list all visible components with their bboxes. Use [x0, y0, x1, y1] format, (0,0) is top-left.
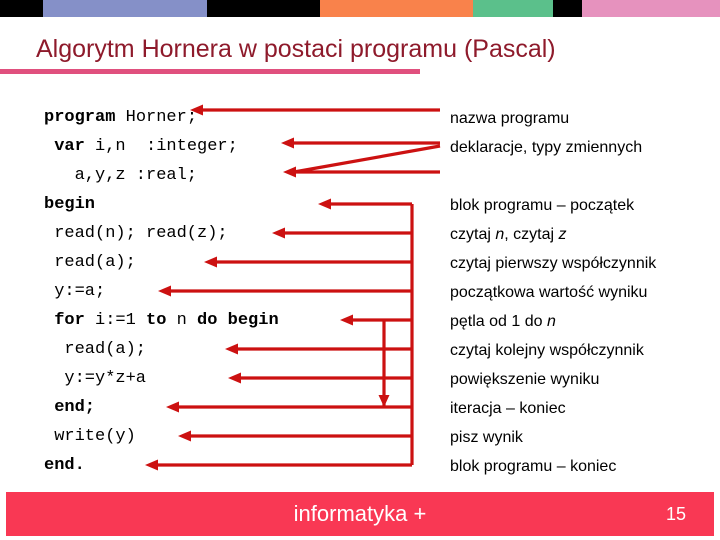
- annotation-text: iteracja – koniec: [450, 400, 566, 417]
- code-line: write(y): [44, 422, 279, 451]
- ribbon-segment-orange: [320, 0, 473, 17]
- code-text: read(n); read(z);: [54, 224, 228, 243]
- annotation-text: czytaj: [450, 226, 496, 243]
- annotation-text: deklaracje, typy zmiennych: [450, 139, 643, 156]
- code-text: a,y,z :real;: [74, 166, 198, 185]
- code-text: read(a);: [54, 253, 136, 272]
- arrow-declarations-head: [281, 137, 294, 149]
- annotation-item: początkowa wartość wyniku: [450, 278, 656, 307]
- annotation-item: nazwa programu: [450, 104, 656, 133]
- code-keyword: begin: [44, 195, 96, 214]
- title-underline-rule: [0, 69, 420, 74]
- code-text: y:=y*z+a: [64, 369, 147, 388]
- ribbon-segment-black-2: [207, 0, 320, 17]
- arrow-declarations-2-diagonal: [293, 144, 441, 174]
- code-line: var i,n :integer;: [44, 132, 279, 161]
- annotation-variable: n: [546, 313, 556, 330]
- slide-page-number: 15: [665, 504, 686, 524]
- code-line: read(a);: [44, 335, 279, 364]
- code-text: read(a);: [64, 340, 147, 359]
- annotation-text: początkowa wartość wyniku: [450, 284, 648, 301]
- annotation-item: czytaj n, czytaj z: [450, 220, 656, 249]
- annotation-item: pętla od 1 do n: [450, 307, 656, 336]
- code-keyword: to: [146, 311, 167, 330]
- annotation-text: pętla od 1 do: [450, 313, 547, 330]
- annotation-text: pisz wynik: [450, 429, 523, 446]
- footer-bar: informatyka + 15: [6, 492, 714, 536]
- code-line: read(n); read(z);: [44, 219, 279, 248]
- annotation-variable: n: [495, 226, 505, 243]
- code-keyword: end.: [44, 456, 85, 475]
- annotation-spacer: [450, 162, 656, 191]
- code-keyword: for: [54, 311, 85, 330]
- code-text: Horner;: [115, 108, 198, 127]
- annotation-item: pisz wynik: [450, 423, 656, 452]
- annotation-list: nazwa programu deklaracje, typy zmiennych…: [450, 104, 656, 481]
- code-line: end;: [44, 393, 279, 422]
- code-line: a,y,z :real;: [44, 161, 279, 190]
- ribbon-segment-black-3: [553, 0, 582, 17]
- code-line: begin: [44, 190, 279, 219]
- annotation-text: , czytaj: [504, 226, 559, 243]
- code-line: y:=a;: [44, 277, 279, 306]
- annotation-text: czytaj kolejny współczynnik: [450, 342, 644, 359]
- annotation-text: powiększenie wyniku: [450, 371, 600, 388]
- code-line: end.: [44, 451, 279, 480]
- arrow-declarations-2-head: [283, 166, 296, 178]
- code-keyword: var: [54, 137, 85, 156]
- code-line: for i:=1 to n do begin: [44, 306, 279, 335]
- arrow-loop-head: [340, 314, 353, 326]
- arrow-loop-back-head: [378, 395, 390, 407]
- annotation-item: blok programu – początek: [450, 191, 656, 220]
- code-text: i,n :integer;: [84, 137, 238, 156]
- code-text: write(y): [54, 427, 136, 446]
- ribbon-segment-black-1: [0, 0, 43, 17]
- code-line: y:=y*z+a: [44, 364, 279, 393]
- code-line: program Horner;: [44, 103, 279, 132]
- annotation-variable: z: [558, 226, 567, 243]
- slide: Algorytm Hornera w postaci programu (Pas…: [0, 0, 720, 540]
- annotation-text: czytaj pierwszy współczynnik: [450, 255, 657, 272]
- annotation-item: czytaj kolejny współczynnik: [450, 336, 656, 365]
- annotation-item: iteracja – koniec: [450, 394, 656, 423]
- code-line: read(a);: [44, 248, 279, 277]
- annotation-text: blok programu – początek: [450, 197, 635, 214]
- code-text: i:=1: [84, 311, 147, 330]
- code-keyword: end;: [54, 398, 95, 417]
- arrow-block-begin-head: [318, 198, 331, 210]
- code-keyword: program: [44, 108, 116, 127]
- annotation-item: czytaj pierwszy współczynnik: [450, 249, 656, 278]
- ribbon-segment-green: [473, 0, 553, 17]
- annotation-text: blok programu – koniec: [450, 458, 617, 475]
- ribbon-segment-pink: [582, 0, 720, 17]
- code-text: n: [166, 311, 198, 330]
- annotation-text: nazwa programu: [450, 110, 570, 127]
- pascal-code-listing: program Horner; var i,n :integer; a,y,z :r…: [44, 103, 279, 480]
- page-title: Algorytm Hornera w postaci programu (Pas…: [36, 35, 556, 63]
- footer-brand-label: informatyka +: [293, 501, 427, 526]
- annotation-item: blok programu – koniec: [450, 452, 656, 481]
- top-color-ribbon: [0, 0, 720, 17]
- code-text: y:=a;: [54, 282, 106, 301]
- annotation-item: deklaracje, typy zmiennych: [450, 133, 656, 162]
- ribbon-segment-periwinkle: [43, 0, 207, 17]
- annotation-item: powiększenie wyniku: [450, 365, 656, 394]
- code-keyword: do begin: [197, 311, 279, 330]
